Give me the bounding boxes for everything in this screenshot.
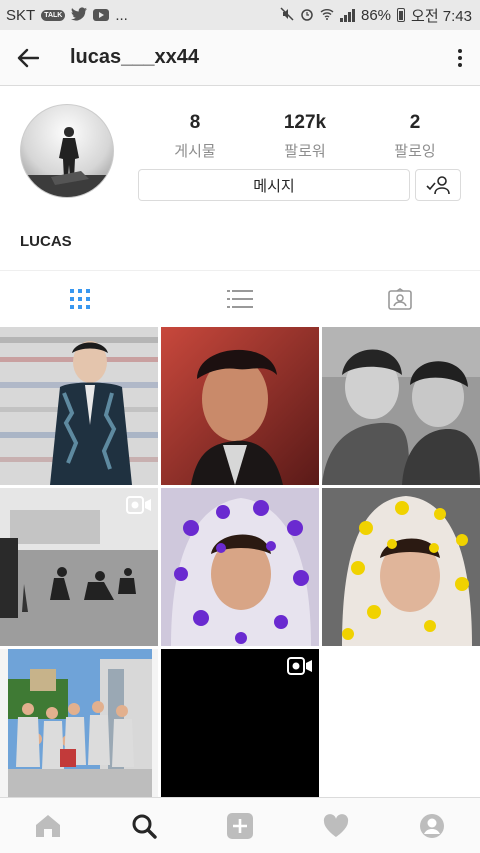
tagged-icon bbox=[388, 288, 412, 310]
carrier-name: SKT bbox=[6, 6, 36, 24]
post-image bbox=[322, 488, 480, 646]
post-image bbox=[0, 327, 158, 485]
nav-add-post[interactable] bbox=[192, 798, 288, 853]
following-toggle-button[interactable] bbox=[415, 169, 461, 201]
following-count-value: 2 bbox=[409, 112, 421, 133]
post-image bbox=[322, 327, 480, 485]
status-bar-left: SKT TALK ... bbox=[6, 7, 128, 24]
back-button[interactable] bbox=[0, 30, 56, 86]
nav-search[interactable] bbox=[96, 798, 192, 853]
post-image bbox=[161, 327, 319, 485]
wifi-icon bbox=[320, 7, 334, 23]
post-thumbnail[interactable] bbox=[161, 649, 319, 807]
followers-count-label: 팔로워 bbox=[284, 143, 326, 160]
post-thumbnail[interactable] bbox=[0, 649, 158, 807]
battery-icon bbox=[397, 8, 406, 22]
avatar[interactable] bbox=[20, 104, 114, 198]
post-thumbnail[interactable] bbox=[322, 488, 480, 646]
list-icon bbox=[227, 290, 253, 308]
kakaotalk-icon: TALK bbox=[41, 9, 66, 21]
mute-icon bbox=[280, 7, 294, 23]
signal-icon bbox=[340, 8, 355, 22]
posts-count[interactable]: 8 게시물 bbox=[150, 112, 240, 161]
profile-header: lucas___xx44 bbox=[0, 30, 480, 86]
user-check-icon bbox=[426, 176, 450, 195]
post-thumbnail[interactable] bbox=[0, 327, 158, 485]
tab-grid[interactable] bbox=[0, 271, 160, 327]
battery-percent: 86% bbox=[361, 6, 392, 24]
nav-home[interactable] bbox=[0, 798, 96, 853]
profile-stats: 8 게시물 127k 팔로워 2 팔로잉 bbox=[150, 112, 460, 161]
post-thumbnail[interactable] bbox=[161, 327, 319, 485]
back-arrow-icon bbox=[17, 48, 39, 67]
posts-count-label: 게시물 bbox=[174, 143, 216, 160]
post-thumbnail[interactable] bbox=[161, 488, 319, 646]
video-camera-icon bbox=[126, 496, 151, 514]
following-count-label: 팔로잉 bbox=[394, 143, 436, 160]
alarm-icon bbox=[300, 7, 314, 23]
profile-full-name: LUCAS bbox=[20, 233, 72, 250]
followers-count-value: 127k bbox=[283, 112, 327, 133]
video-badge bbox=[287, 657, 313, 680]
profile-icon bbox=[420, 813, 444, 838]
add-post-icon bbox=[227, 812, 253, 839]
activity-heart-icon bbox=[323, 813, 349, 837]
tab-list[interactable] bbox=[160, 271, 320, 327]
profile-view-tabs bbox=[0, 270, 480, 327]
home-icon bbox=[36, 814, 60, 837]
message-button[interactable]: 메시지 bbox=[138, 169, 410, 201]
more-notifications: ... bbox=[115, 6, 128, 24]
youtube-icon bbox=[93, 9, 110, 21]
grid-icon bbox=[70, 289, 90, 309]
bottom-navigation bbox=[0, 797, 480, 853]
tab-tagged[interactable] bbox=[320, 271, 480, 327]
search-icon bbox=[132, 814, 157, 839]
avatar-silhouette bbox=[21, 127, 113, 197]
more-options-icon[interactable] bbox=[440, 30, 480, 86]
video-badge bbox=[126, 496, 152, 519]
status-bar: SKT TALK ... 86% 오전 7:43 bbox=[0, 0, 480, 30]
following-count[interactable]: 2 팔로잉 bbox=[370, 112, 460, 161]
followers-count[interactable]: 127k 팔로워 bbox=[260, 112, 350, 161]
post-image bbox=[0, 649, 158, 807]
nav-activity[interactable] bbox=[288, 798, 384, 853]
clock: 오전 7:43 bbox=[411, 7, 472, 25]
posts-count-value: 8 bbox=[189, 112, 201, 133]
post-thumbnail[interactable] bbox=[322, 327, 480, 485]
status-bar-right: 86% 오전 7:43 bbox=[280, 5, 472, 26]
video-camera-icon bbox=[287, 657, 312, 675]
post-image bbox=[161, 488, 319, 646]
nav-profile[interactable] bbox=[384, 798, 480, 853]
page-title-username: lucas___xx44 bbox=[70, 46, 200, 68]
post-thumbnail[interactable] bbox=[0, 488, 158, 646]
twitter-icon bbox=[71, 7, 88, 23]
